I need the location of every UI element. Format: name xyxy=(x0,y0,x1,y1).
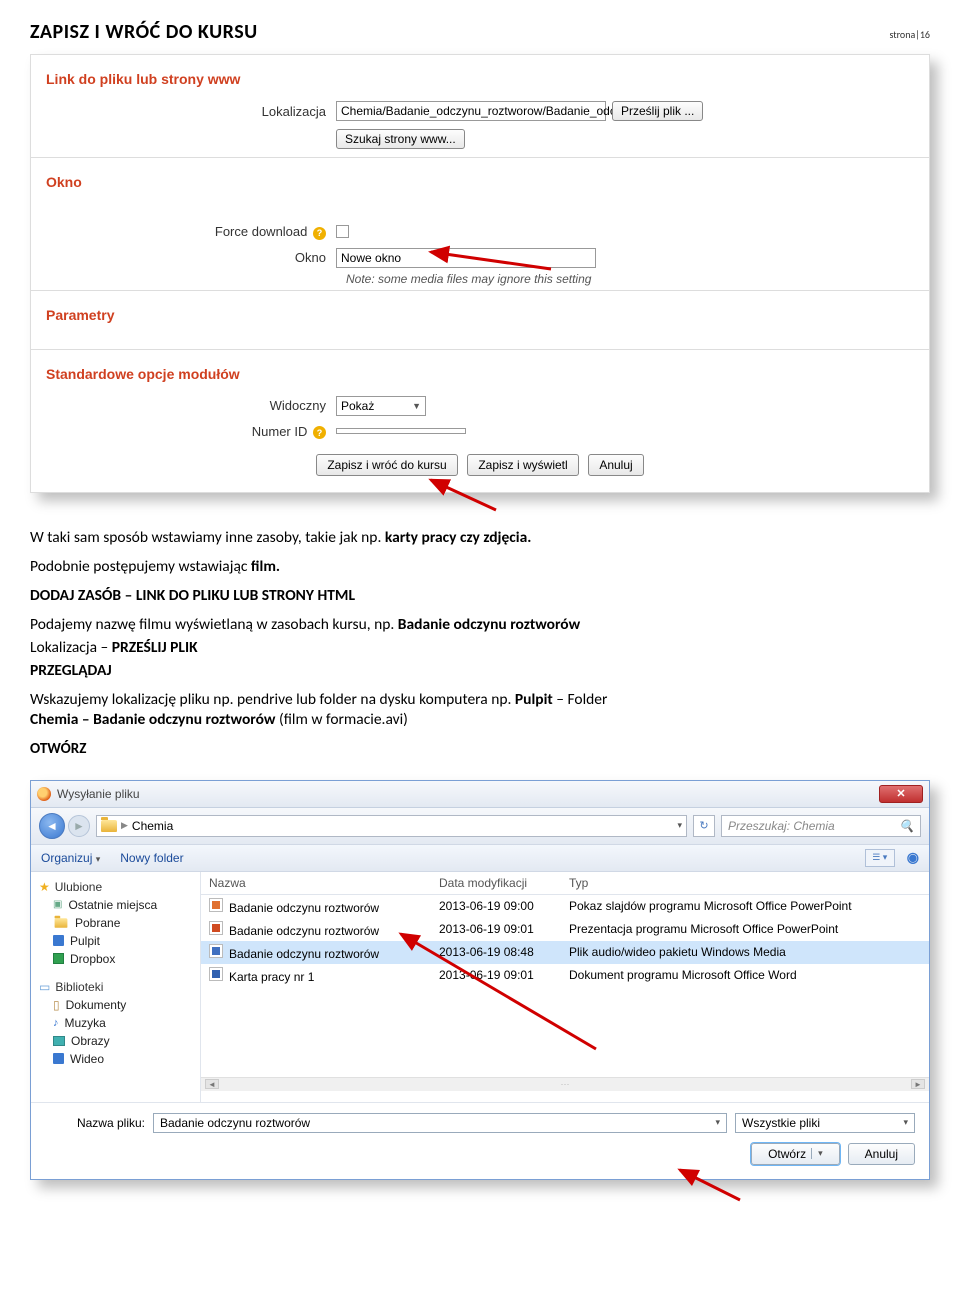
label-visible: Widoczny xyxy=(46,398,336,413)
search-input[interactable]: Przeszukaj: Chemia 🔍 xyxy=(721,815,921,837)
visible-select[interactable]: Pokaż▼ xyxy=(336,396,426,416)
file-row[interactable]: Badanie odczynu roztworów2013-06-19 09:0… xyxy=(201,918,929,941)
firefox-icon xyxy=(37,787,51,801)
filename-label: Nazwa pliku: xyxy=(45,1116,145,1130)
col-header-date[interactable]: Data modyfikacji xyxy=(439,876,569,890)
sidebar-documents[interactable]: ▯ Dokumenty xyxy=(39,996,192,1014)
label-window: Okno xyxy=(46,250,336,265)
dropbox-icon xyxy=(53,953,64,964)
force-download-checkbox[interactable] xyxy=(336,225,349,238)
windows-file-dialog: Wysyłanie pliku ✕ ◄ ► ▶ Chemia ▾ ↻ Przes… xyxy=(30,780,930,1180)
col-header-name[interactable]: Nazwa xyxy=(209,876,439,890)
organize-menu[interactable]: Organizuj ▾ xyxy=(41,851,100,865)
nav-forward-button[interactable]: ► xyxy=(68,815,90,837)
sidebar-videos[interactable]: Wideo xyxy=(39,1050,192,1068)
file-type-filter[interactable]: Wszystkie pliki▾ xyxy=(735,1113,915,1133)
videos-icon xyxy=(53,1053,64,1064)
new-folder-button[interactable]: Nowy folder xyxy=(120,851,183,865)
page-title: ZAPISZ I WRÓĆ DO KURSU xyxy=(30,20,258,44)
section-window-heading: Okno xyxy=(46,174,914,190)
star-icon: ★ xyxy=(39,880,50,894)
folder-icon xyxy=(101,820,117,832)
label-force-download: Force download ? xyxy=(46,224,336,240)
section-link-heading: Link do pliku lub strony www xyxy=(46,71,914,87)
file-type-icon xyxy=(209,967,223,981)
sidebar-music[interactable]: ♪ Muzyka xyxy=(39,1014,192,1032)
open-button[interactable]: Otwórz▾ xyxy=(751,1143,840,1165)
label-location: Lokalizacja xyxy=(46,104,336,119)
sidebar-dropbox[interactable]: Dropbox xyxy=(39,950,192,968)
breadcrumb-bar[interactable]: ▶ Chemia ▾ xyxy=(96,815,687,837)
sidebar: ★ Ulubione ▣ Ostatnie miejsca Pobrane Pu… xyxy=(31,872,201,1102)
file-row[interactable]: Badanie odczynu roztworów2013-06-19 08:4… xyxy=(201,941,929,964)
help-icon[interactable]: ? xyxy=(313,227,326,240)
moodle-form-screenshot: Link do pliku lub strony www Lokalizacja… xyxy=(30,54,930,493)
sidebar-desktop[interactable]: Pulpit xyxy=(39,932,192,950)
page-number: strona|16 xyxy=(889,28,930,41)
dialog-title: Wysyłanie pliku xyxy=(57,787,140,801)
save-display-button[interactable]: Zapisz i wyświetl xyxy=(467,454,578,476)
save-return-button[interactable]: Zapisz i wróć do kursu xyxy=(316,454,457,476)
sidebar-pictures[interactable]: Obrazy xyxy=(39,1032,192,1050)
section-stdopts-heading: Standardowe opcje modułów xyxy=(46,366,914,382)
upload-file-button[interactable]: Prześlij plik ... xyxy=(612,101,703,121)
documents-icon: ▯ xyxy=(53,998,60,1012)
document-body: W taki sam sposób wstawiamy inne zasoby,… xyxy=(30,528,930,760)
help-button[interactable]: ◉ xyxy=(907,849,919,866)
music-icon: ♪ xyxy=(53,1017,59,1029)
search-www-button[interactable]: Szukaj strony www... xyxy=(336,129,465,149)
libraries-icon: ▭ xyxy=(39,980,50,994)
close-button[interactable]: ✕ xyxy=(879,785,923,803)
file-type-icon xyxy=(209,898,223,912)
file-type-icon xyxy=(209,944,223,958)
filename-input[interactable]: Badanie odczynu roztworów▾ xyxy=(153,1113,727,1133)
window-select[interactable]: Nowe okno xyxy=(336,248,596,268)
sidebar-downloads[interactable]: Pobrane xyxy=(39,914,192,932)
col-header-type[interactable]: Typ xyxy=(569,876,921,890)
horizontal-scrollbar[interactable]: ◄ ⋯ ► xyxy=(201,1077,929,1091)
annotation-arrow xyxy=(575,1165,745,1205)
help-icon[interactable]: ? xyxy=(313,426,326,439)
nav-back-button[interactable]: ◄ xyxy=(39,813,65,839)
cancel-button[interactable]: Anuluj xyxy=(588,454,643,476)
desktop-icon xyxy=(53,935,64,946)
cancel-button[interactable]: Anuluj xyxy=(848,1143,915,1165)
file-row[interactable]: Karta pracy nr 12013-06-19 09:01Dokument… xyxy=(201,964,929,987)
number-id-input[interactable] xyxy=(336,428,466,434)
section-params-heading: Parametry xyxy=(46,307,914,323)
file-type-icon xyxy=(209,921,223,935)
file-list: Nazwa Data modyfikacji Typ Badanie odczy… xyxy=(201,872,929,1102)
folder-icon xyxy=(55,918,68,928)
refresh-button[interactable]: ↻ xyxy=(693,815,715,837)
sidebar-favorites[interactable]: ★ Ulubione xyxy=(39,878,192,896)
recent-icon: ▣ xyxy=(53,899,62,910)
sidebar-recent[interactable]: ▣ Ostatnie miejsca xyxy=(39,896,192,914)
view-mode-button[interactable]: ☰ ▾ xyxy=(865,849,895,867)
window-note: Note: some media files may ignore this s… xyxy=(346,272,914,286)
pictures-icon xyxy=(53,1036,65,1046)
label-number-id: Numer ID ? xyxy=(46,424,336,440)
sidebar-libraries[interactable]: ▭ Biblioteki xyxy=(39,978,192,996)
annotation-arrow xyxy=(361,475,501,515)
file-row[interactable]: Badanie odczynu roztworów2013-06-19 09:0… xyxy=(201,895,929,918)
location-input[interactable]: Chemia/Badanie_odczynu_roztworow/Badanie… xyxy=(336,101,606,121)
